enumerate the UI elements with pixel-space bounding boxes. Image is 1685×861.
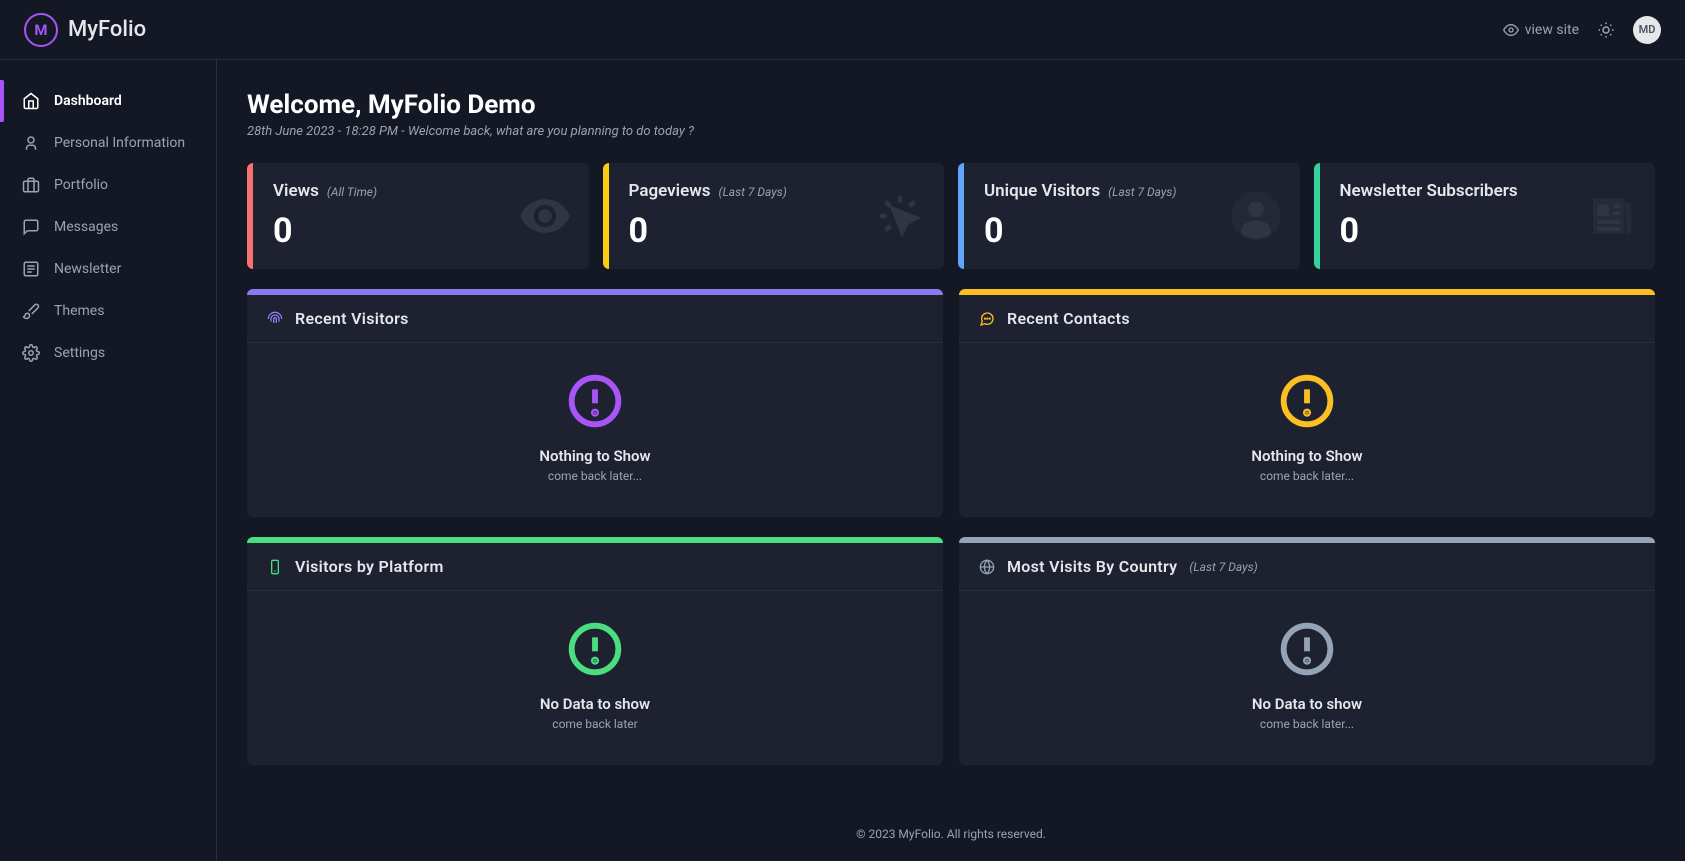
sidebar-item-label: Settings	[54, 345, 105, 361]
empty-title: Nothing to Show	[1251, 447, 1362, 465]
stat-title: Newsletter Subscribers	[1340, 181, 1518, 201]
avatar[interactable]: MD	[1633, 16, 1661, 44]
alert-icon	[1279, 621, 1335, 677]
user-icon	[22, 134, 40, 152]
logo-icon: M	[24, 13, 58, 47]
stat-timeframe: (All Time)	[327, 185, 377, 199]
gear-icon	[22, 344, 40, 362]
eye-icon	[515, 189, 575, 243]
panel-title: Recent Contacts	[1007, 309, 1130, 328]
footer: © 2023 MyFolio. All rights reserved.	[247, 795, 1655, 861]
fingerprint-icon	[267, 311, 283, 327]
stat-card-views: Views (All Time) 0	[247, 163, 589, 269]
panel-recent-visitors: Recent Visitors Nothing to Show come bac…	[247, 289, 943, 517]
click-icon	[870, 189, 930, 243]
briefcase-icon	[22, 176, 40, 194]
panel-title: Visitors by Platform	[295, 557, 444, 576]
panel-title: Most Visits By Country	[1007, 557, 1177, 576]
empty-sub: come back later...	[1260, 717, 1354, 731]
alert-icon	[567, 621, 623, 677]
panel-visitors-platform: Visitors by Platform No Data to show com…	[247, 537, 943, 765]
main-content: Welcome, MyFolio Demo 28th June 2023 - 1…	[217, 60, 1685, 861]
sidebar-item-themes[interactable]: Themes	[0, 290, 216, 332]
sidebar-item-label: Newsletter	[54, 261, 121, 277]
brand-name: MyFolio	[68, 17, 146, 42]
sidebar-item-label: Messages	[54, 219, 118, 235]
sidebar-item-label: Portfolio	[54, 177, 108, 193]
message-icon	[22, 218, 40, 236]
empty-sub: come back later...	[1260, 469, 1354, 483]
sidebar-item-label: Personal Information	[54, 135, 185, 151]
newspaper-icon	[22, 260, 40, 278]
phone-icon	[267, 559, 283, 575]
panel-recent-contacts: Recent Contacts Nothing to Show come bac…	[959, 289, 1655, 517]
sidebar-item-dashboard[interactable]: Dashboard	[0, 80, 216, 122]
logo[interactable]: M MyFolio	[24, 13, 146, 47]
stat-title: Pageviews	[629, 181, 711, 201]
stat-card-pageviews: Pageviews (Last 7 Days) 0	[603, 163, 945, 269]
sidebar-item-personal-info[interactable]: Personal Information	[0, 122, 216, 164]
empty-sub: come back later	[552, 717, 637, 731]
header: M MyFolio view site MD	[0, 0, 1685, 60]
empty-sub: come back later...	[548, 469, 642, 483]
view-site-link[interactable]: view site	[1503, 22, 1579, 38]
alert-icon	[567, 373, 623, 429]
panel-title: Recent Visitors	[295, 309, 409, 328]
sidebar: Dashboard Personal Information Portfolio…	[0, 60, 217, 861]
empty-title: No Data to show	[1252, 695, 1362, 713]
globe-icon	[979, 559, 995, 575]
theme-toggle-button[interactable]	[1597, 21, 1615, 39]
person-icon	[1226, 189, 1286, 243]
sidebar-item-messages[interactable]: Messages	[0, 206, 216, 248]
eye-icon	[1503, 22, 1519, 38]
sidebar-item-newsletter[interactable]: Newsletter	[0, 248, 216, 290]
sidebar-item-label: Dashboard	[54, 93, 122, 109]
empty-title: Nothing to Show	[539, 447, 650, 465]
sidebar-item-settings[interactable]: Settings	[0, 332, 216, 374]
page-subtitle: 28th June 2023 - 18:28 PM - Welcome back…	[247, 124, 1655, 139]
stat-card-unique-visitors: Unique Visitors (Last 7 Days) 0	[958, 163, 1300, 269]
home-icon	[22, 92, 40, 110]
sun-icon	[1597, 21, 1615, 39]
view-site-label: view site	[1525, 22, 1579, 38]
stats-row: Views (All Time) 0 Pageviews (Last 7 Day…	[247, 163, 1655, 269]
page-title: Welcome, MyFolio Demo	[247, 90, 1655, 120]
stat-timeframe: (Last 7 Days)	[1108, 185, 1176, 199]
sidebar-item-portfolio[interactable]: Portfolio	[0, 164, 216, 206]
chat-icon	[979, 311, 995, 327]
stat-title: Unique Visitors	[984, 181, 1100, 201]
panel-subtitle: (Last 7 Days)	[1189, 560, 1257, 574]
stat-card-newsletter: Newsletter Subscribers 0	[1314, 163, 1656, 269]
panel-visits-country: Most Visits By Country (Last 7 Days) No …	[959, 537, 1655, 765]
empty-title: No Data to show	[540, 695, 650, 713]
brush-icon	[22, 302, 40, 320]
news-icon	[1581, 189, 1641, 243]
stat-timeframe: (Last 7 Days)	[719, 185, 787, 199]
sidebar-item-label: Themes	[54, 303, 104, 319]
alert-icon	[1279, 373, 1335, 429]
stat-title: Views	[273, 181, 319, 201]
